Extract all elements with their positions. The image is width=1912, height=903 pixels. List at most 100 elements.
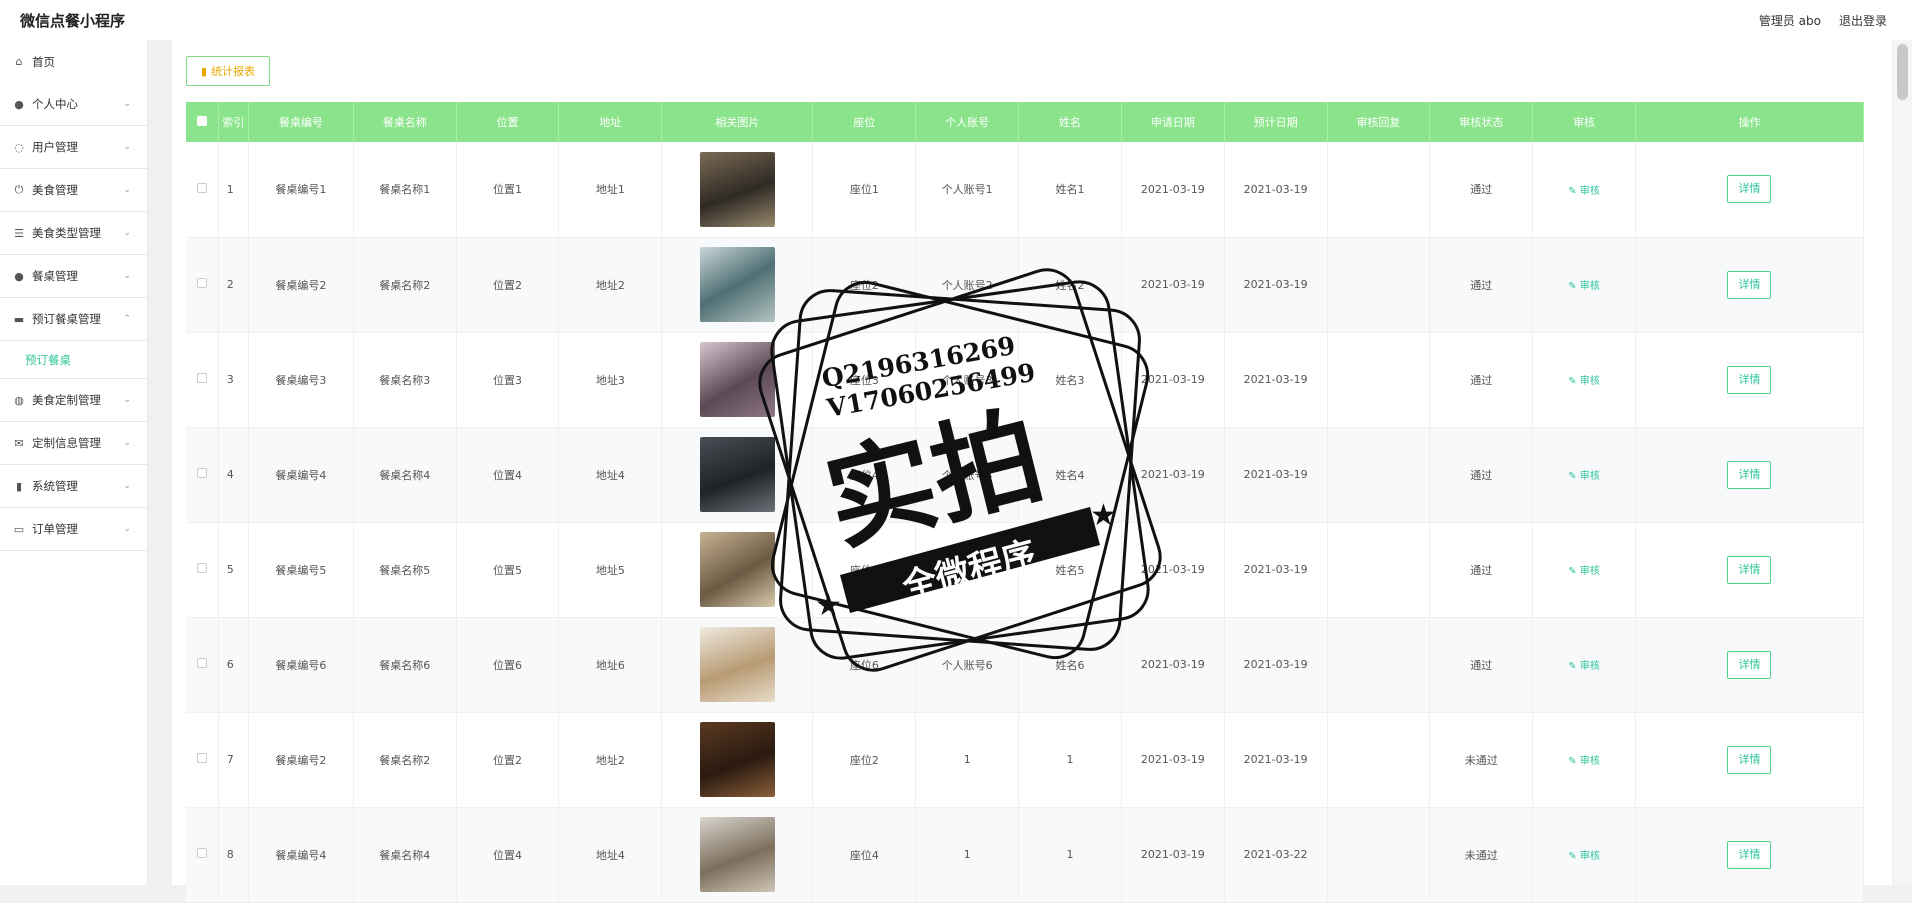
- detail-button[interactable]: 详情: [1727, 840, 1772, 869]
- sidebar-item-4[interactable]: ☰ 美食类型管理 ⌄: [0, 212, 147, 255]
- table-photo: [699, 532, 775, 607]
- image-cell: [661, 712, 814, 808]
- detail-button[interactable]: 详情: [1727, 365, 1772, 394]
- scrollbar-thumb[interactable]: [1897, 44, 1908, 100]
- audit-link[interactable]: ✎ 审核: [1568, 566, 1600, 577]
- cell-account: 个人账号5: [915, 522, 1020, 618]
- page-scrollbar[interactable]: [1893, 40, 1912, 885]
- audit-cell: ✎ 审核: [1532, 522, 1636, 618]
- table-photo: [699, 342, 775, 417]
- row-checkbox[interactable]: [196, 753, 207, 763]
- audit-link[interactable]: ✎ 审核: [1568, 376, 1600, 387]
- audit-link[interactable]: ✎ 审核: [1568, 756, 1600, 767]
- cell-name: 餐桌名称1: [353, 142, 457, 238]
- row-select-cell[interactable]: [186, 237, 219, 333]
- audit-link[interactable]: ✎ 审核: [1568, 281, 1600, 292]
- stats-report-button[interactable]: ▮ 统计报表: [186, 56, 271, 86]
- row-checkbox[interactable]: [196, 658, 207, 668]
- cell-status: 未通过: [1429, 807, 1534, 903]
- bell-icon: ◌: [14, 140, 24, 154]
- row-select-cell[interactable]: [186, 807, 219, 903]
- row-select-cell[interactable]: [186, 617, 219, 713]
- cell-status: 通过: [1429, 237, 1534, 333]
- cell-code: 餐桌编号2: [248, 712, 354, 808]
- audit-label: 审核: [1579, 566, 1600, 577]
- table-photo: [699, 817, 775, 892]
- cell-pos: 位置6: [456, 617, 560, 713]
- logout-link[interactable]: 退出登录: [1839, 12, 1887, 29]
- row-select-cell[interactable]: [186, 522, 219, 618]
- cell-expect: 2021-03-19: [1224, 617, 1328, 713]
- cell-pos: 位置3: [456, 332, 560, 428]
- sidebar-item-3[interactable]: ⏻ 美食管理 ⌄: [0, 169, 147, 212]
- sidebar-item-1[interactable]: ● 个人中心 ⌄: [0, 83, 147, 126]
- sidebar-item-5[interactable]: ● 餐桌管理 ⌄: [0, 255, 147, 298]
- audit-label: 审核: [1579, 851, 1600, 862]
- select-all-checkbox[interactable]: [196, 115, 207, 126]
- detail-button[interactable]: 详情: [1727, 650, 1772, 679]
- table-photo: [699, 627, 775, 702]
- column-header[interactable]: [186, 102, 219, 142]
- audit-link[interactable]: ✎ 审核: [1568, 471, 1600, 482]
- sidebar-item-0[interactable]: ⌂ 首页: [0, 40, 147, 83]
- cell-expect: 2021-03-19: [1224, 522, 1328, 618]
- row-checkbox[interactable]: [196, 848, 207, 858]
- sidebar-item-8[interactable]: ✉ 定制信息管理 ⌄: [0, 422, 147, 465]
- row-checkbox[interactable]: [196, 373, 207, 383]
- detail-button[interactable]: 详情: [1727, 555, 1772, 584]
- row-checkbox[interactable]: [196, 182, 207, 193]
- cell-reply: [1327, 807, 1431, 903]
- sidebar-item-label: 个人中心: [32, 97, 78, 111]
- list-icon: ☰: [14, 226, 24, 240]
- cell-code: 餐桌编号4: [248, 427, 354, 523]
- cell-name: 餐桌名称3: [353, 332, 457, 428]
- detail-button[interactable]: 详情: [1727, 745, 1772, 774]
- sidebar-item-7[interactable]: ◍ 美食定制管理 ⌄: [0, 379, 147, 422]
- cell-idx: 6: [218, 617, 249, 713]
- column-header: 餐桌编号: [248, 102, 354, 142]
- cell-seat: 座位4: [812, 427, 917, 523]
- sidebar-subitem-booking[interactable]: 预订餐桌: [0, 341, 147, 379]
- image-cell: [661, 427, 814, 523]
- cell-status: 未通过: [1429, 712, 1534, 808]
- sidebar: ⌂ 首页 ● 个人中心 ⌄ ◌ 用户管理 ⌄ ⏻ 美食管理 ⌄ ☰ 美食类型管理 ⌄ ● 餐桌管理 ⌄ ▬ 预订餐桌…: [0, 40, 148, 885]
- sidebar-item-9[interactable]: ▮ 系统管理 ⌄: [0, 465, 147, 508]
- cell-person: 姓名3: [1018, 332, 1122, 428]
- row-select-cell[interactable]: [186, 142, 219, 238]
- bar-chart-icon: ▮: [15, 479, 23, 493]
- column-header: 预计日期: [1224, 102, 1328, 142]
- cell-reply: [1327, 142, 1431, 238]
- image-cell: [661, 332, 814, 428]
- cell-expect: 2021-03-19: [1224, 142, 1328, 238]
- row-select-cell[interactable]: [186, 427, 219, 523]
- table-row: 4 餐桌编号4 餐桌名称4 位置4 地址4 座位4 个人账号4 姓名4 2021-03-19 20…: [186, 427, 1865, 523]
- image-cell: [661, 237, 814, 333]
- top-right-area: 管理员 abo 退出登录: [1759, 12, 1887, 29]
- sidebar-item-2[interactable]: ◌ 用户管理 ⌄: [0, 126, 147, 169]
- audit-link[interactable]: ✎ 审核: [1568, 186, 1600, 197]
- cell-name: 餐桌名称6: [353, 617, 457, 713]
- audit-link[interactable]: ✎ 审核: [1568, 661, 1600, 672]
- row-select-cell[interactable]: [186, 712, 219, 808]
- globe-icon: ◍: [14, 393, 24, 407]
- detail-button[interactable]: 详情: [1727, 460, 1772, 489]
- action-cell: 详情: [1635, 522, 1865, 618]
- top-bar: 微信点餐小程序 管理员 abo 退出登录: [0, 0, 1912, 40]
- sidebar-item-6[interactable]: ▬ 预订餐桌管理 ⌃: [0, 298, 147, 341]
- cell-status: 通过: [1429, 332, 1534, 428]
- chevron-down-icon: ⌄: [123, 395, 131, 405]
- table-photo: [699, 437, 775, 512]
- row-select-cell[interactable]: [186, 332, 219, 428]
- cell-pos: 位置2: [456, 712, 560, 808]
- audit-label: 审核: [1579, 376, 1600, 387]
- sidebar-item-label: 定制信息管理: [32, 436, 101, 450]
- detail-button[interactable]: 详情: [1727, 175, 1772, 204]
- row-checkbox[interactable]: [196, 563, 207, 573]
- sidebar-item-10[interactable]: ▭ 订单管理 ⌄: [0, 508, 147, 551]
- cell-name: 餐桌名称5: [353, 522, 457, 618]
- row-checkbox[interactable]: [196, 468, 207, 478]
- row-checkbox[interactable]: [196, 278, 207, 288]
- detail-button[interactable]: 详情: [1727, 270, 1772, 299]
- audit-link[interactable]: ✎ 审核: [1568, 851, 1600, 862]
- cell-person: 姓名2: [1018, 237, 1122, 333]
